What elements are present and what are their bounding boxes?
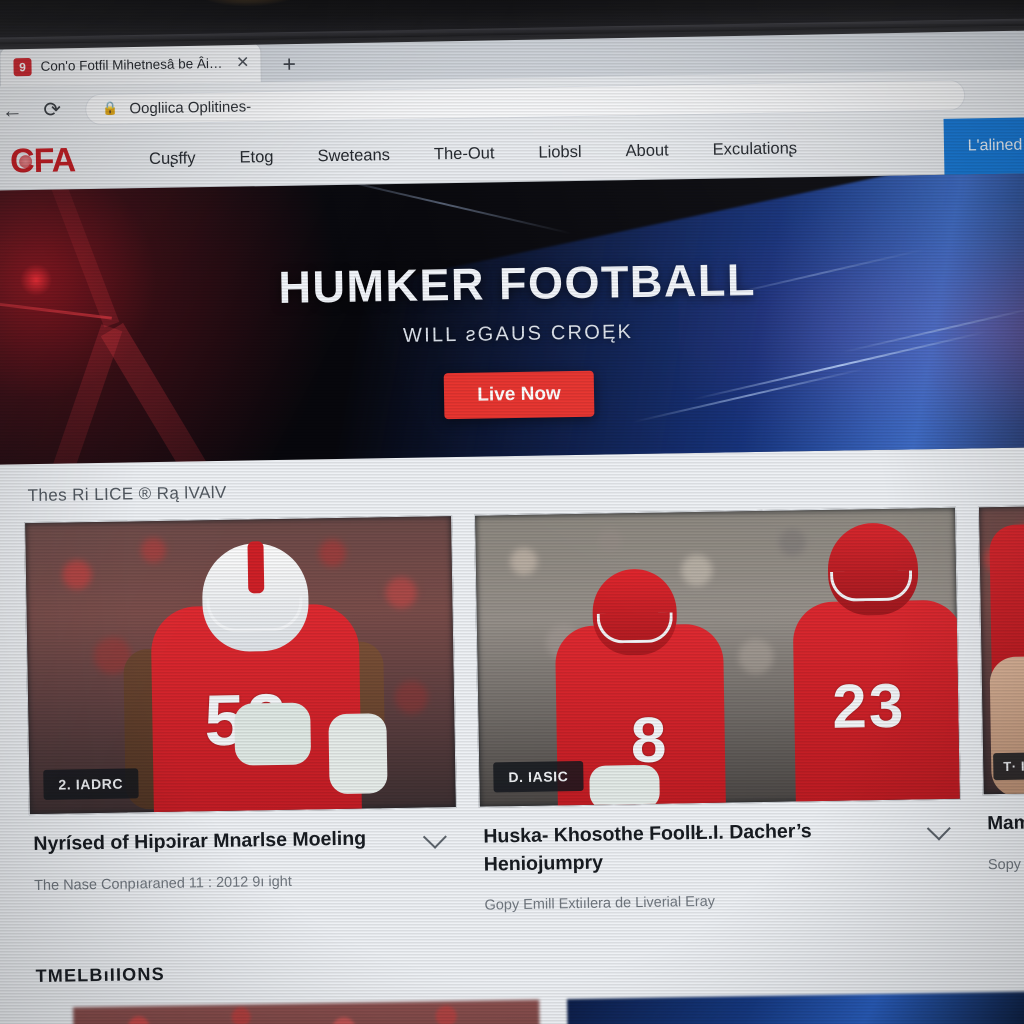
card-thumbnail[interactable]: 52 2. IADRC (24, 515, 457, 816)
nav-link-2[interactable]: Etog (217, 148, 295, 168)
tab-favicon-icon: 9 (13, 57, 32, 76)
nav-cta-button[interactable]: L'alined (943, 117, 1024, 175)
helmet-stripe (247, 541, 265, 594)
screen-content: 9 Con'o Fotfil Mihetnesâ be Âigow ✕ + ← … (0, 21, 1024, 1024)
lock-icon: 🔒 (102, 100, 119, 116)
article-card[interactable]: 52 2. IADRC Nyrísed of Hipɔirar Mnarlse … (24, 515, 459, 924)
section-heading: Thes Ri LICE ® Rą lVAlV (27, 482, 227, 506)
lower-section-heading: TMELBıIIONS (35, 963, 165, 986)
player-glove (234, 702, 312, 766)
nav-link-4[interactable]: The-Out (412, 144, 517, 165)
card-badge: T· IAO (993, 752, 1024, 781)
player-helmet (827, 522, 919, 616)
monitor-photo: 9 Con'o Fotfil Mihetnesâ be Âigow ✕ + ← … (0, 0, 1024, 1024)
card-title: Huska- Khosothe FoollŁ.I. Dacher’s Henio… (483, 820, 812, 876)
hero-title: HUMKER FOOTBALL (278, 254, 757, 313)
new-tab-button[interactable]: + (282, 51, 296, 77)
player-glove (589, 764, 660, 808)
article-card[interactable]: 8 23 D. IASIC Huska- Khosothe FoollŁ.I. … (474, 506, 963, 917)
back-button[interactable]: ← (0, 99, 25, 122)
hero-banner: HUMKER FOOTBALL WILL ƨGAUS CROĘK Live No… (0, 173, 1024, 465)
address-bar-url: Oogliica Oplitines- (129, 97, 252, 117)
card-subtitle: Sopy Eiv (987, 856, 1024, 874)
browser-tab[interactable]: 9 Con'o Fotfil Mihetnesâ be Âigow ✕ (0, 43, 261, 87)
lower-thumbnail[interactable] (566, 990, 1024, 1024)
nav-link-3[interactable]: Sweteans (295, 146, 412, 167)
card-title: Mami Footr (987, 812, 1024, 835)
main-content: Thes Ri LICE ® Rą lVAlV 52 (0, 447, 1024, 1024)
article-card[interactable]: T· IAO Mami Footr Sopy Eiv (977, 503, 1024, 908)
lower-thumbnail[interactable] (72, 998, 542, 1024)
nav-links: Cuʂffy Etog Sweteans The-Out Liobsl Abou… (127, 139, 819, 169)
card-badge: D. IASIC (493, 760, 584, 793)
site-logo[interactable]: CFA (10, 141, 76, 181)
nav-link-7[interactable]: Exculationʂ (691, 139, 820, 160)
card-thumbnail[interactable]: 8 23 D. IASIC (474, 506, 961, 808)
card-title: Nyrísed of Hipɔirar Mnarlse Moeling (33, 827, 367, 856)
bezel-reflection (189, 0, 310, 8)
reload-button[interactable]: ⟳ (39, 98, 65, 121)
card-subtitle: Gopy Emill Extiılera de Liverial Eray (484, 894, 716, 914)
jersey-number: 23 (831, 671, 906, 742)
card-badge: 2. IADRC (43, 768, 139, 800)
nav-link-6[interactable]: About (603, 141, 690, 161)
nav-link-5[interactable]: Liobsl (516, 143, 603, 163)
nav-link-1[interactable]: Cuʂffy (127, 149, 218, 169)
close-icon[interactable]: ✕ (236, 54, 250, 71)
lower-thumbnail-row (0, 990, 1024, 1024)
hero-subtitle: WILL ƨGAUS CROĘK (402, 321, 634, 347)
card-row: 52 2. IADRC Nyrísed of Hipɔirar Mnarlse … (0, 503, 1024, 924)
live-now-button[interactable]: Live Now (443, 370, 595, 420)
address-bar[interactable]: 🔒 Oogliica Oplitines- (84, 79, 966, 125)
player-glove (328, 713, 388, 795)
tab-title: Con'o Fotfil Mihetnesâ be Âigow (40, 55, 228, 74)
card-thumbnail[interactable]: T· IAO (977, 503, 1024, 796)
card-subtitle: The Nase Conpıaraned 11 : 2012 9ı ight (33, 873, 292, 894)
